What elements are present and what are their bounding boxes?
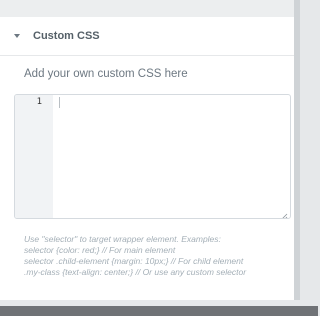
custom-css-description: Add your own custom CSS here bbox=[24, 68, 188, 80]
hint-line: Use "selector" to target wrapper element… bbox=[24, 234, 221, 244]
hint-line: selector .child-element {margin: 10px;} … bbox=[24, 256, 244, 266]
css-code-editor[interactable]: 1 bbox=[14, 94, 291, 219]
css-hint-text: Use "selector" to target wrapper element… bbox=[24, 234, 292, 278]
scrollbar-thumb[interactable] bbox=[294, 0, 300, 300]
hint-line: selector {color: red;} // For main eleme… bbox=[24, 245, 176, 255]
hint-line: .my-class {text-align: center;} // Or us… bbox=[24, 267, 247, 277]
text-cursor bbox=[59, 97, 60, 108]
resize-handle-icon[interactable] bbox=[280, 208, 288, 218]
bottom-footer-bar bbox=[0, 306, 318, 316]
section-title: Custom CSS bbox=[33, 30, 100, 42]
custom-css-section-header[interactable]: Custom CSS bbox=[0, 17, 294, 56]
previous-section-strip bbox=[0, 0, 294, 17]
controls-panel: Custom CSS Add your own custom CSS here … bbox=[0, 0, 294, 300]
caret-down-icon[interactable] bbox=[14, 34, 20, 38]
editor-gutter: 1 bbox=[15, 95, 53, 218]
line-number: 1 bbox=[36, 97, 42, 107]
